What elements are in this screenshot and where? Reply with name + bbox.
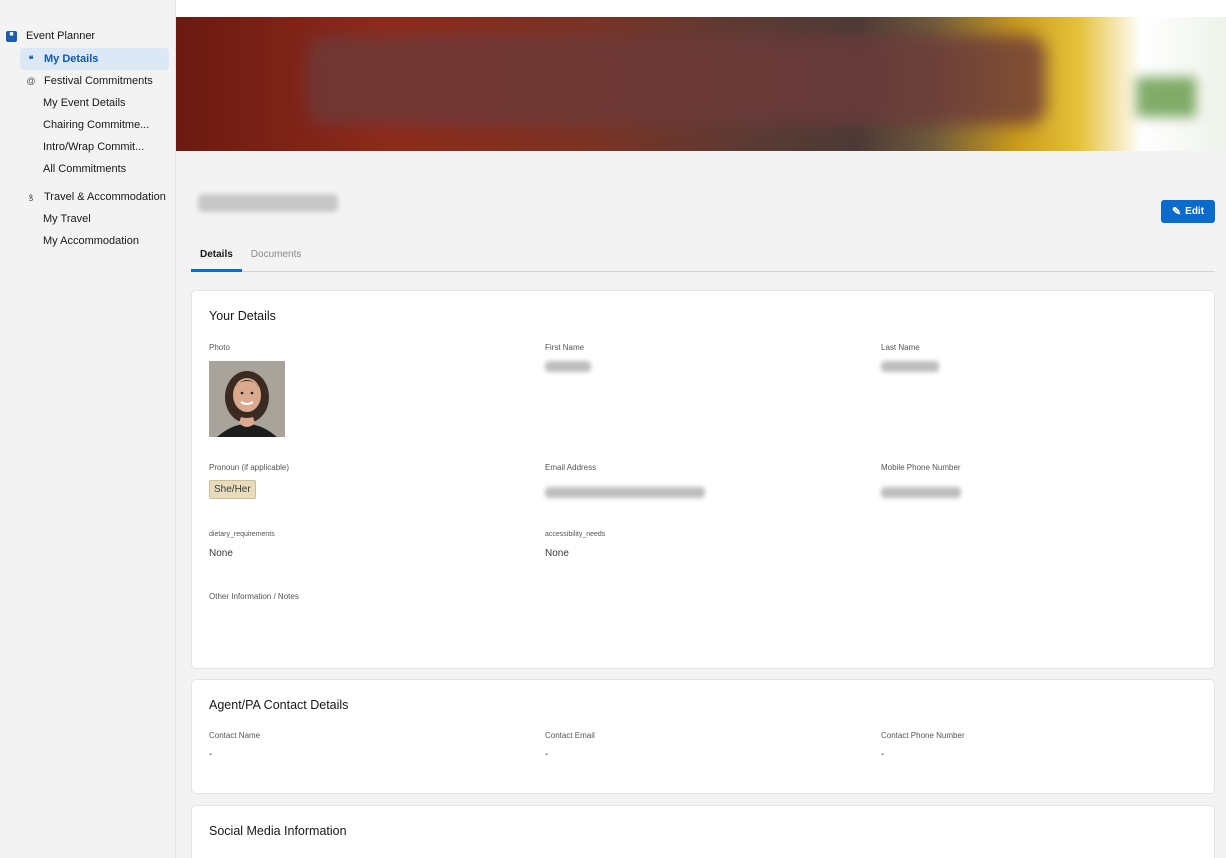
sidebar-item-label: Chairing Commitme... — [43, 119, 150, 131]
sidebar-item-intro-wrap-commitments[interactable]: Intro/Wrap Commit... — [0, 136, 175, 158]
tab-label: Details — [200, 249, 233, 260]
contact-email-label: Contact Email — [545, 731, 595, 740]
pronoun-value: She/Her — [209, 480, 256, 499]
edit-button[interactable]: ✎ Edit — [1161, 200, 1215, 223]
last-name-value-redacted — [881, 361, 939, 372]
pronoun-label: Pronoun (if applicable) — [209, 463, 290, 472]
sidebar-item-travel-accommodation[interactable]: ꝸ Travel & Accommodation — [0, 186, 175, 208]
sidebar-item-my-travel[interactable]: My Travel — [0, 208, 175, 230]
tab-bar: Details Documents — [191, 243, 1215, 272]
notes-label: Other Information / Notes — [209, 592, 299, 601]
sidebar-item-label: All Commitments — [43, 163, 127, 175]
banner-blurred-area — [306, 35, 1046, 125]
sidebar-item-label: My Details — [44, 53, 99, 65]
photo-label: Photo — [209, 343, 230, 352]
mobile-label: Mobile Phone Number — [881, 463, 961, 472]
sidebar-item-chairing-commitments[interactable]: Chairing Commitme... — [0, 114, 175, 136]
profile-photo — [209, 361, 285, 437]
app-title-label: Event Planner — [26, 30, 96, 42]
contact-phone-value: - — [881, 749, 885, 760]
social-media-title: Social Media Information — [209, 824, 347, 838]
quote-icon: ❝ — [28, 53, 34, 64]
first-name-value-redacted — [545, 361, 591, 372]
pencil-icon: ✎ — [1171, 206, 1182, 218]
sidebar-item-label: Travel & Accommodation — [44, 191, 166, 203]
profile-banner — [176, 17, 1226, 151]
banner-decoration — [1136, 77, 1196, 117]
sidebar-item-label: My Accommodation — [43, 235, 139, 247]
accessibility-value: None — [545, 548, 569, 559]
tab-documents[interactable]: Documents — [242, 243, 311, 271]
your-details-title: Your Details — [209, 309, 276, 323]
profile-name-redacted — [198, 194, 338, 212]
sidebar: ■ Event Planner ❝ My Details @ Festival … — [0, 0, 176, 858]
sidebar-item-festival-commitments[interactable]: @ Festival Commitments — [0, 70, 175, 92]
email-label: Email Address — [545, 463, 597, 472]
last-name-label: Last Name — [881, 343, 920, 352]
profile-photo-image — [209, 361, 285, 437]
sidebar-item-all-commitments[interactable]: All Commitments — [0, 158, 175, 180]
main-content: ✎ Edit Details Documents Your Details Ph… — [176, 151, 1226, 858]
tab-label: Documents — [250, 249, 302, 260]
bicycle-icon: ꝸ — [28, 192, 34, 203]
app-icon: ■ — [6, 30, 17, 42]
sidebar-item-my-event-details[interactable]: My Event Details — [0, 92, 175, 114]
mobile-value-redacted — [881, 487, 961, 498]
email-value-redacted — [545, 487, 705, 498]
accessibility-label: accessibility_needs — [545, 531, 606, 538]
agent-contact-title: Agent/PA Contact Details — [209, 698, 349, 712]
dietary-value: None — [209, 548, 233, 559]
your-details-card: Your Details Photo First Name Last Name … — [191, 290, 1215, 669]
contact-email-value: - — [545, 749, 549, 760]
contact-phone-label: Contact Phone Number — [881, 731, 965, 740]
dietary-label: dietary_requirements — [209, 531, 275, 538]
sidebar-item-label: My Event Details — [43, 97, 126, 109]
sidebar-item-my-details[interactable]: ❝ My Details — [20, 48, 169, 70]
contact-name-label: Contact Name — [209, 731, 261, 740]
first-name-label: First Name — [545, 343, 585, 352]
sidebar-app-title[interactable]: ■ Event Planner — [0, 25, 175, 47]
sidebar-item-my-accommodation[interactable]: My Accommodation — [0, 230, 175, 252]
sidebar-item-label: My Travel — [43, 213, 91, 225]
agent-contact-card: Agent/PA Contact Details Contact Name - … — [191, 679, 1215, 794]
social-media-card: Social Media Information — [191, 805, 1215, 858]
tab-details[interactable]: Details — [191, 243, 242, 272]
contact-name-value: - — [209, 749, 213, 760]
sidebar-item-label: Intro/Wrap Commit... — [43, 141, 145, 153]
at-icon: @ — [26, 76, 36, 86]
sidebar-item-label: Festival Commitments — [44, 75, 153, 87]
edit-button-label: Edit — [1185, 206, 1205, 217]
